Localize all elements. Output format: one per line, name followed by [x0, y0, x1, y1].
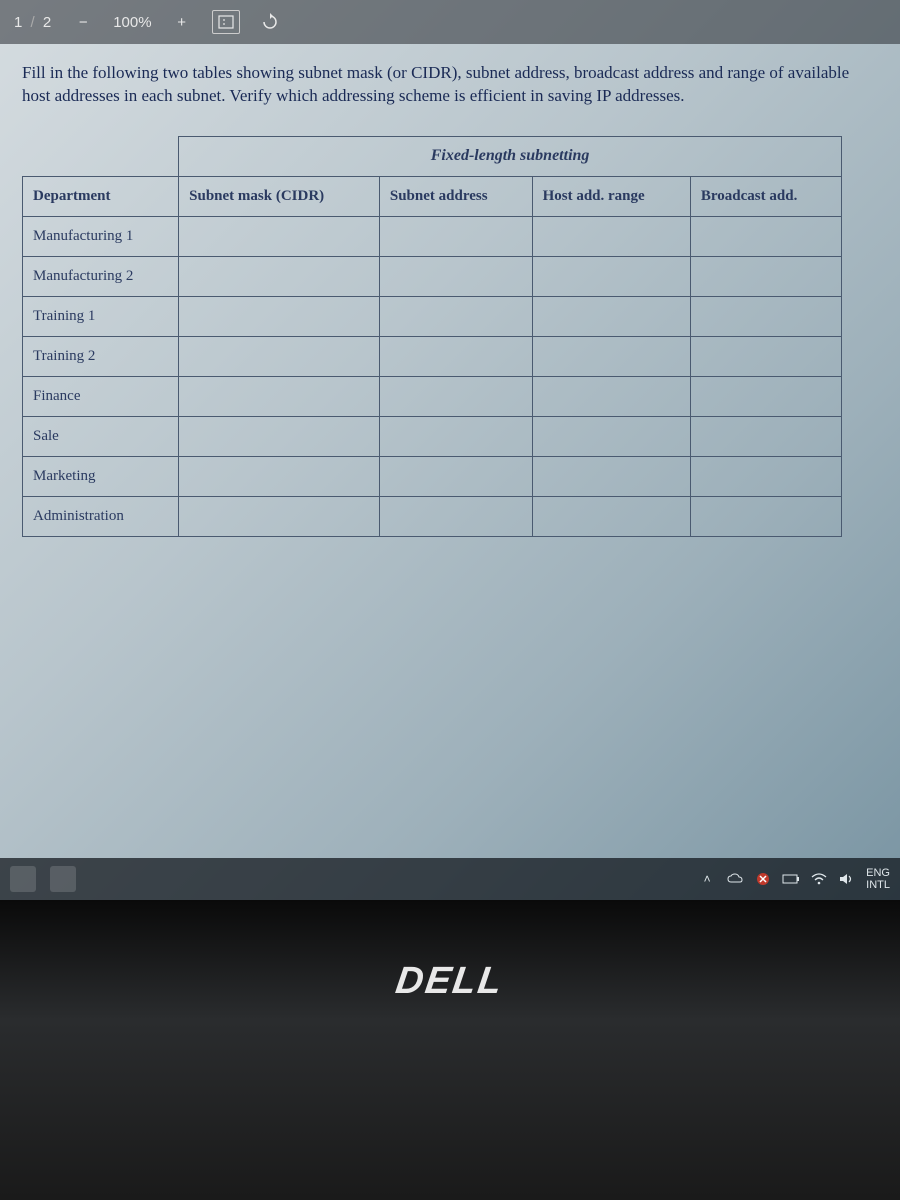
cell-mask — [179, 336, 380, 376]
cell-mask — [179, 496, 380, 536]
cell-addr — [379, 296, 532, 336]
cell-broadcast — [690, 256, 841, 296]
cell-hostrange — [532, 496, 690, 536]
tray-chevron-up-icon[interactable]: ˄ — [698, 870, 716, 888]
taskbar-app-icon[interactable] — [50, 866, 76, 892]
pdf-toolbar: 1 / 2 − 100% + — [0, 0, 900, 44]
cell-hostrange — [532, 216, 690, 256]
cell-addr — [379, 376, 532, 416]
cell-broadcast — [690, 296, 841, 336]
table-title: Fixed-length subnetting — [179, 136, 842, 176]
table-header-row: Department Subnet mask (CIDR) Subnet add… — [23, 176, 842, 216]
cell-broadcast — [690, 496, 841, 536]
table-row: Administration — [23, 496, 842, 536]
cell-department: Administration — [23, 496, 179, 536]
lang-bottom: INTL — [866, 879, 890, 891]
volume-icon[interactable] — [838, 870, 856, 888]
cell-hostrange — [532, 416, 690, 456]
cell-department: Finance — [23, 376, 179, 416]
header-subnet-mask: Subnet mask (CIDR) — [179, 176, 380, 216]
cell-hostrange — [532, 336, 690, 376]
zoom-in-button[interactable]: + — [170, 10, 194, 34]
cell-department: Manufacturing 2 — [23, 256, 179, 296]
cell-department: Training 2 — [23, 336, 179, 376]
cell-department: Training 1 — [23, 296, 179, 336]
cell-broadcast — [690, 216, 841, 256]
cell-department: Marketing — [23, 456, 179, 496]
dell-logo: DELL — [393, 960, 506, 1003]
rotate-button[interactable] — [258, 10, 282, 34]
cell-addr — [379, 416, 532, 456]
cell-broadcast — [690, 456, 841, 496]
rotate-icon — [261, 13, 279, 31]
header-department: Department — [23, 176, 179, 216]
instruction-text: Fill in the following two tables showing… — [22, 62, 872, 108]
cell-hostrange — [532, 296, 690, 336]
subnet-table: Fixed-length subnetting Department Subne… — [22, 136, 842, 537]
header-broadcast: Broadcast add. — [690, 176, 841, 216]
cell-hostrange — [532, 376, 690, 416]
cell-addr — [379, 216, 532, 256]
cell-mask — [179, 216, 380, 256]
cell-mask — [179, 296, 380, 336]
table-row: Training 1 — [23, 296, 842, 336]
document-area: Fill in the following two tables showing… — [0, 44, 900, 900]
fit-page-icon — [218, 15, 234, 29]
fit-page-button[interactable] — [212, 10, 240, 34]
table-row: Manufacturing 2 — [23, 256, 842, 296]
cell-department: Manufacturing 1 — [23, 216, 179, 256]
page-current: 1 — [14, 14, 24, 31]
cell-addr — [379, 496, 532, 536]
page-total: 2 — [43, 14, 53, 31]
page-separator: / — [31, 14, 37, 31]
cell-department: Sale — [23, 416, 179, 456]
cell-addr — [379, 336, 532, 376]
laptop-bezel: DELL — [0, 900, 900, 1200]
cell-mask — [179, 456, 380, 496]
taskbar-left — [10, 866, 76, 892]
lang-top: ENG — [866, 867, 890, 879]
wifi-icon[interactable] — [810, 870, 828, 888]
system-tray: ˄ ENG INTL — [698, 867, 890, 891]
taskbar-app-icon[interactable] — [10, 866, 36, 892]
header-subnet-address: Subnet address — [379, 176, 532, 216]
windows-taskbar: ˄ ENG INTL — [0, 858, 900, 900]
language-indicator[interactable]: ENG INTL — [866, 867, 890, 891]
cell-broadcast — [690, 416, 841, 456]
table-row: Marketing — [23, 456, 842, 496]
cell-addr — [379, 256, 532, 296]
battery-icon[interactable] — [782, 870, 800, 888]
screen: 1 / 2 − 100% + Fill in the following two… — [0, 0, 900, 900]
zoom-level: 100% — [113, 14, 151, 31]
cell-broadcast — [690, 336, 841, 376]
onedrive-icon[interactable] — [726, 870, 744, 888]
table-row: Finance — [23, 376, 842, 416]
cell-hostrange — [532, 456, 690, 496]
table-row: Training 2 — [23, 336, 842, 376]
table-corner-blank — [23, 136, 179, 176]
cell-mask — [179, 416, 380, 456]
page-indicator: 1 / 2 — [14, 14, 53, 31]
header-host-range: Host add. range — [532, 176, 690, 216]
cell-mask — [179, 376, 380, 416]
cell-hostrange — [532, 256, 690, 296]
table-row: Manufacturing 1 — [23, 216, 842, 256]
zoom-out-button[interactable]: − — [71, 10, 95, 34]
table-row: Sale — [23, 416, 842, 456]
cell-mask — [179, 256, 380, 296]
cell-broadcast — [690, 376, 841, 416]
tray-status-icon[interactable] — [754, 870, 772, 888]
cell-addr — [379, 456, 532, 496]
